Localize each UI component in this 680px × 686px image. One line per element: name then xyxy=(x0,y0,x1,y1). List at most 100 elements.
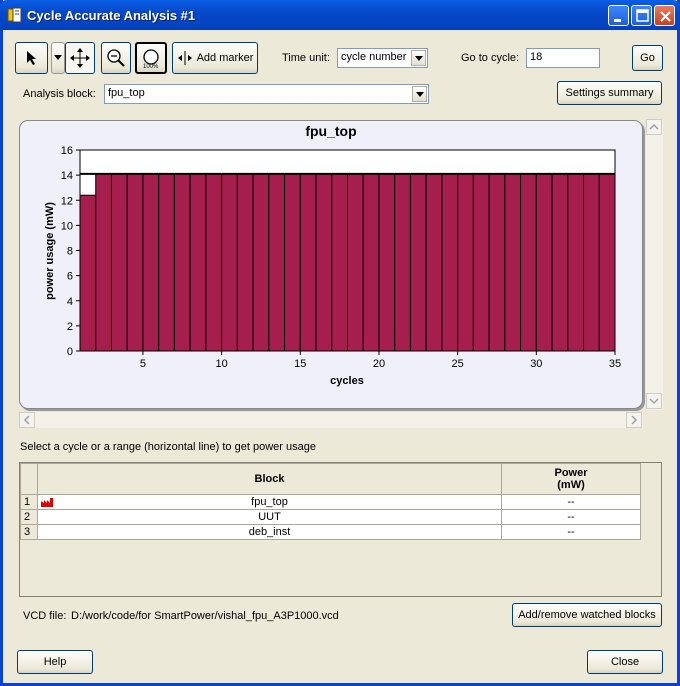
chart-panel[interactable]: 0 2 4 6 8 10 12 14 16 5 10 15 20 25 30 35 fpu_top cycles p… xyxy=(19,120,643,409)
scroll-up-icon xyxy=(649,123,659,130)
y-tick-label: 10 xyxy=(61,220,73,232)
x-tick-label: 35 xyxy=(609,358,621,370)
scroll-down-icon xyxy=(649,398,659,405)
chart-bar xyxy=(205,173,223,352)
power-column-header[interactable]: Power (mW) xyxy=(501,463,641,495)
y-tick-label: 4 xyxy=(67,296,73,308)
settings-summary-label: Settings summary xyxy=(565,87,654,99)
zoom-fit-button[interactable]: 100% xyxy=(135,42,167,74)
chart-bar xyxy=(158,173,175,352)
add-remove-label: Add/remove watched blocks xyxy=(518,609,656,621)
analysis-block-select[interactable]: fpu_top xyxy=(104,84,429,104)
chart-bar xyxy=(142,173,160,352)
pan-tool-button[interactable] xyxy=(65,42,95,74)
maximize-button[interactable] xyxy=(631,5,652,26)
go-label: Go xyxy=(640,52,655,64)
row-number: 2 xyxy=(20,509,38,525)
goto-cycle-value: 18 xyxy=(530,51,543,63)
dialog-window: Cycle Accurate Analysis #1 100% Add mark… xyxy=(0,0,680,686)
chart-bar xyxy=(221,173,238,352)
chart-bar xyxy=(394,173,411,352)
chart-bar xyxy=(598,173,616,352)
table-header-row: Block Power (mW) xyxy=(20,463,641,495)
goto-cycle-label: Go to cycle: xyxy=(461,52,520,64)
add-marker-icon xyxy=(177,51,192,65)
block-cell[interactable]: deb_inst xyxy=(37,524,502,540)
tool-dropdown-button[interactable] xyxy=(51,42,65,74)
chevron-down-icon xyxy=(54,55,62,60)
block-column-header[interactable]: Block xyxy=(37,463,502,495)
chart-bar xyxy=(488,173,506,352)
chart-bar xyxy=(472,173,490,352)
table-row[interactable]: 2 UUT -- xyxy=(20,509,641,525)
window-title: Cycle Accurate Analysis #1 xyxy=(27,8,196,23)
scroll-right-button[interactable] xyxy=(626,412,642,428)
close-window-button[interactable] xyxy=(654,5,675,26)
move-icon xyxy=(70,48,90,68)
y-tick-label: 14 xyxy=(61,170,73,182)
app-icon xyxy=(7,7,22,23)
analysis-block-label: Analysis block: xyxy=(23,88,96,100)
x-tick-label: 20 xyxy=(373,358,385,370)
block-cell[interactable]: fpu_top xyxy=(37,494,502,510)
scroll-left-button[interactable] xyxy=(19,412,35,428)
hint-text: Select a cycle or a range (horizontal li… xyxy=(20,441,316,453)
add-marker-button[interactable]: Add marker xyxy=(172,42,258,74)
chart-bar xyxy=(425,173,443,352)
chart-bar xyxy=(95,173,112,352)
time-unit-label: Time unit: xyxy=(282,52,330,64)
title-bar[interactable]: Cycle Accurate Analysis #1 xyxy=(0,0,680,30)
row-number: 1 xyxy=(20,494,38,510)
zoom-out-button[interactable] xyxy=(101,42,131,74)
block-cell[interactable]: UUT xyxy=(37,509,502,525)
chart-bar xyxy=(299,173,317,352)
add-remove-watched-blocks-button[interactable]: Add/remove watched blocks xyxy=(512,603,662,627)
scroll-down-button[interactable] xyxy=(646,393,662,409)
dropdown-arrow-icon xyxy=(412,86,427,102)
time-unit-select[interactable]: cycle number xyxy=(337,48,428,68)
chart-bar xyxy=(504,173,522,352)
vertical-scrollbar[interactable] xyxy=(646,119,663,410)
row-number: 3 xyxy=(20,524,38,540)
x-axis-label: cycles xyxy=(330,375,364,387)
chart-bar xyxy=(331,173,349,352)
table-row[interactable]: 3 deb_inst -- xyxy=(20,524,641,540)
close-button[interactable]: Close xyxy=(587,650,663,674)
table-row[interactable]: 1 fpu_top -- xyxy=(20,494,641,510)
select-tool-button[interactable] xyxy=(15,42,48,74)
x-tick-label: 10 xyxy=(215,358,227,370)
row-number-header xyxy=(20,463,38,495)
y-axis-label: power usage (mW) xyxy=(44,202,56,300)
watched-blocks-grid[interactable]: Block Power (mW) 1 fpu_top -- 2 UUT -- 3… xyxy=(19,462,662,597)
maximize-icon xyxy=(636,9,649,22)
chart-bar xyxy=(110,173,128,352)
block-name: fpu_top xyxy=(251,496,288,508)
scroll-up-button[interactable] xyxy=(646,119,662,135)
zoom-out-icon xyxy=(107,49,125,67)
power-chart[interactable]: 0 2 4 6 8 10 12 14 16 5 10 15 20 25 30 35 fpu_topcycles p… xyxy=(20,121,644,410)
help-button[interactable]: Help xyxy=(17,650,93,674)
factory-icon xyxy=(41,498,53,507)
horizontal-scrollbar[interactable] xyxy=(19,412,643,428)
go-button[interactable]: Go xyxy=(632,45,663,71)
chart-bar xyxy=(362,173,380,352)
chart-bar xyxy=(79,194,97,352)
y-tick-label: 12 xyxy=(61,195,73,207)
chart-bar xyxy=(236,173,254,352)
zoom-fit-icon: 100% xyxy=(143,49,159,70)
help-label: Help xyxy=(43,656,67,668)
chart-bar xyxy=(583,173,600,352)
chart-bar xyxy=(347,173,364,352)
svg-text:100%: 100% xyxy=(143,64,159,70)
analysis-block-value: fpu_top xyxy=(108,87,145,99)
vcd-file-label: VCD file: xyxy=(23,610,67,622)
chart-bar xyxy=(567,173,585,352)
y-tick-label: 2 xyxy=(67,321,73,333)
x-tick-label: 5 xyxy=(140,358,146,370)
goto-cycle-input[interactable]: 18 xyxy=(526,48,600,68)
y-tick-label: 0 xyxy=(67,346,73,358)
settings-summary-button[interactable]: Settings summary xyxy=(557,81,662,105)
minimize-button[interactable] xyxy=(608,5,629,26)
power-cell: -- xyxy=(501,494,641,510)
minimize-icon xyxy=(614,19,621,22)
